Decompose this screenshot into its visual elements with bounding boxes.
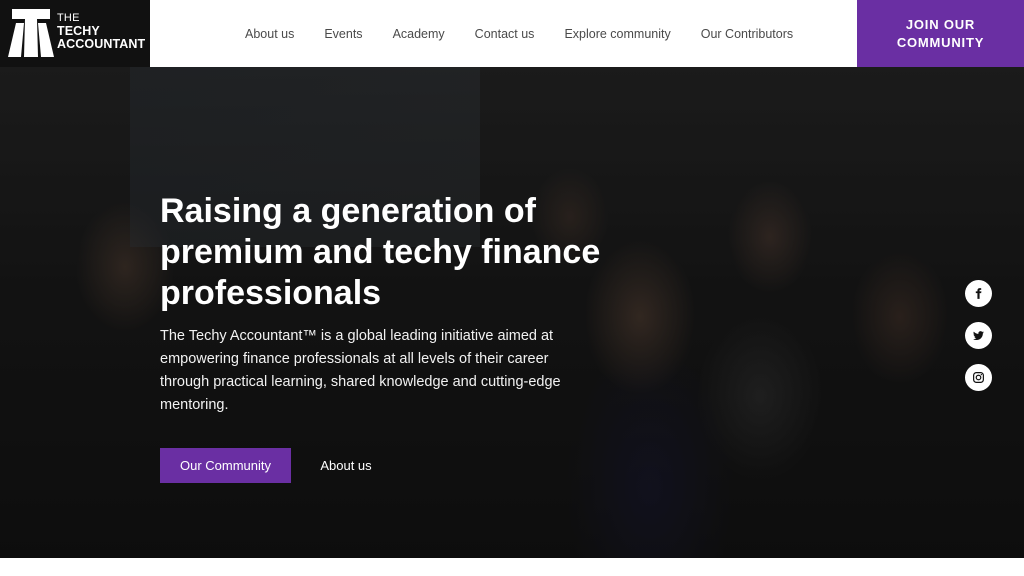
hero-section: Raising a generation of premium and tech… (0, 67, 1024, 558)
logo[interactable]: THE TECHY ACCOUNTANT (0, 0, 150, 67)
join-button-line-2: COMMUNITY (896, 34, 985, 50)
nav-link-explore-community[interactable]: Explore community (564, 27, 670, 41)
nav-link-contact-us[interactable]: Contact us (475, 27, 535, 41)
twitter-icon (973, 331, 984, 341)
facebook-icon (975, 288, 982, 299)
our-community-button[interactable]: Our Community (160, 448, 291, 483)
hero-description: The Techy Accountant™ is a global leadin… (160, 328, 561, 413)
twitter-link[interactable] (965, 322, 992, 349)
facebook-link[interactable] (965, 280, 992, 307)
page-bottom-strip (0, 558, 1024, 576)
logo-line-3: ACCOUNTANT (57, 37, 146, 51)
hero-title: Raising a generation of premium and tech… (160, 192, 601, 312)
nav-link-our-contributors[interactable]: Our Contributors (701, 27, 793, 41)
logo-text: THE TECHY ACCOUNTANT (57, 12, 145, 51)
nav-link-events[interactable]: Events (324, 27, 362, 41)
instagram-icon (973, 372, 984, 383)
main-nav: About us Events Academy Contact us Explo… (230, 0, 808, 67)
logo-mark-icon (8, 9, 54, 57)
nav-link-academy[interactable]: Academy (393, 27, 445, 41)
join-community-button[interactable]: JOIN OUR COMMUNITY (857, 0, 1024, 67)
nav-link-about-us[interactable]: About us (245, 27, 294, 41)
instagram-link[interactable] (965, 364, 992, 391)
site-header: THE TECHY ACCOUNTANT About us Events Aca… (0, 0, 1024, 67)
about-us-button[interactable]: About us (305, 448, 387, 483)
join-button-line-1: JOIN OUR (905, 16, 976, 32)
